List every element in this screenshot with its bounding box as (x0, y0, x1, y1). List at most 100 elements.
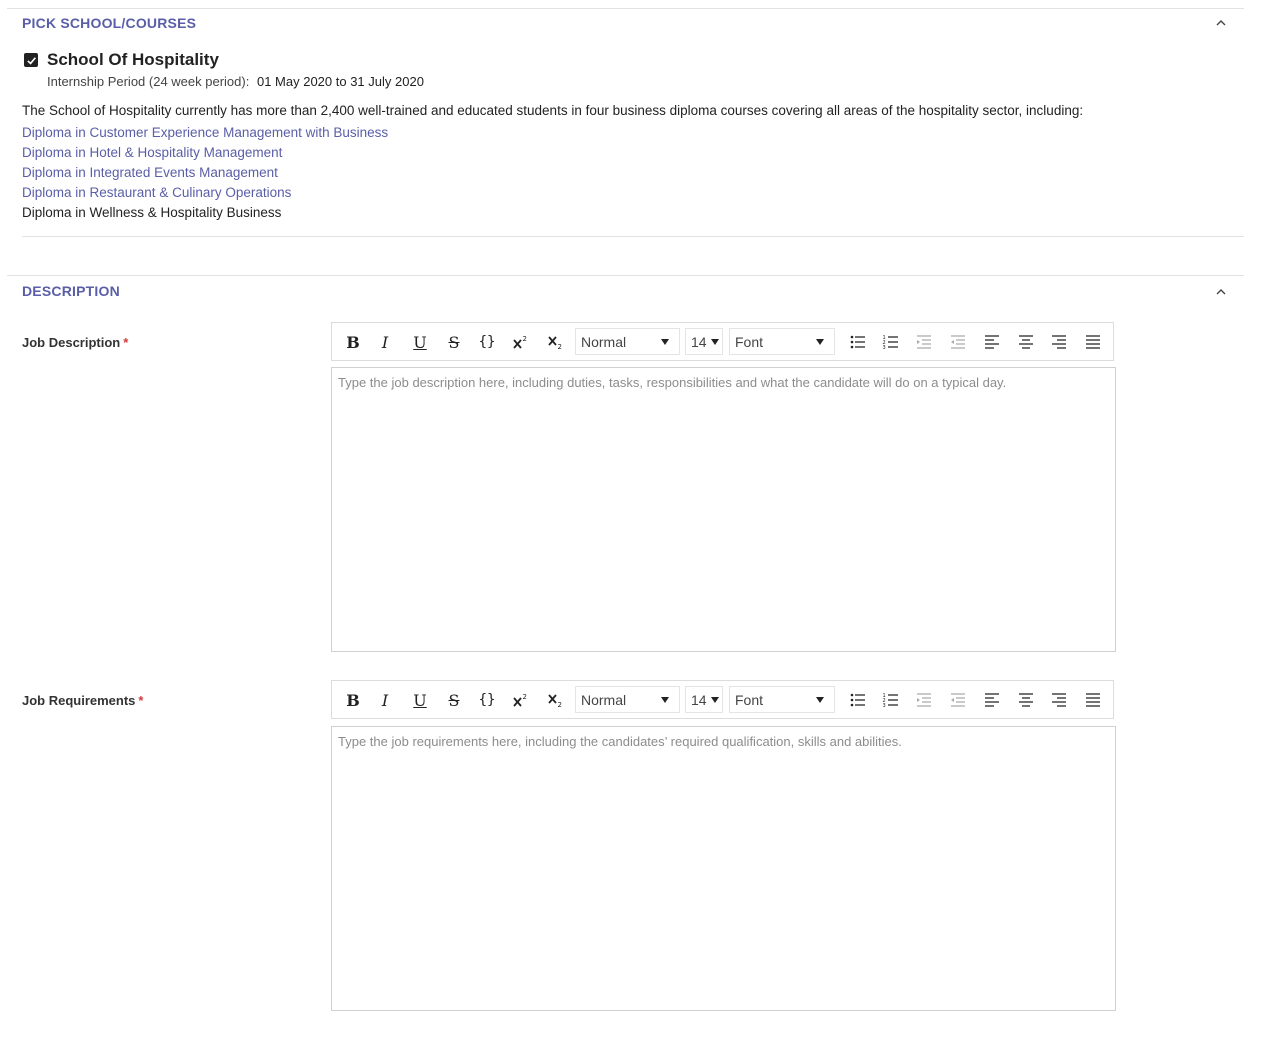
align-center-button[interactable] (1015, 331, 1037, 353)
font-size-dropdown[interactable]: 14 (685, 686, 723, 713)
subscript-button[interactable]: 2 (544, 689, 566, 711)
course-link[interactable]: Diploma in Restaurant & Culinary Operati… (22, 185, 291, 200)
outdent-button[interactable] (947, 689, 969, 711)
bullet-list-icon (850, 335, 865, 349)
numbered-list-button[interactable]: 123 (880, 689, 902, 711)
svg-text:2: 2 (523, 693, 527, 701)
bullet-list-button[interactable] (847, 331, 869, 353)
format-dropdown-value: Normal (581, 333, 627, 350)
underline-icon: U (413, 690, 427, 710)
course-text: Diploma in Wellness & Hospitality Busine… (22, 205, 282, 220)
align-justify-button[interactable] (1082, 689, 1104, 711)
format-dropdown[interactable]: Normal (575, 328, 680, 355)
align-justify-icon (1086, 335, 1100, 349)
italic-icon: I (381, 332, 389, 352)
bullet-list-button[interactable] (847, 689, 869, 711)
code-icon: {} (478, 692, 496, 708)
top-divider (7, 8, 1244, 9)
course-link[interactable]: Diploma in Hotel & Hospitality Managemen… (22, 145, 282, 160)
description-section-title: DESCRIPTION (22, 283, 120, 299)
outdent-icon (951, 335, 965, 349)
list-item: Diploma in Wellness & Hospitality Busine… (22, 203, 388, 223)
bullet-list-icon (850, 693, 865, 707)
code-block-button[interactable]: {} (476, 689, 498, 711)
superscript-icon: 2 (513, 693, 527, 707)
bold-icon: B (346, 690, 360, 710)
bold-button[interactable]: B (342, 331, 364, 353)
checkmark-icon (26, 56, 36, 65)
font-size-dropdown-value: 14 (691, 333, 707, 350)
align-left-icon (985, 335, 999, 349)
font-family-dropdown[interactable]: Font (729, 686, 835, 713)
align-right-button[interactable] (1048, 689, 1070, 711)
format-dropdown-value: Normal (581, 691, 627, 708)
strike-button[interactable]: S (443, 331, 465, 353)
font-family-dropdown-value: Font (735, 333, 764, 350)
job-description-toolbar: B I U S {} 2 2 Normal 14 Font 123 (331, 322, 1114, 361)
caret-down-icon (661, 339, 669, 345)
job-requirements-editor[interactable]: Type the job requirements here, includin… (331, 726, 1116, 1011)
underline-button[interactable]: U (409, 689, 431, 711)
caret-down-icon (816, 697, 824, 703)
indent-icon (917, 335, 931, 349)
superscript-icon: 2 (513, 335, 527, 349)
font-family-dropdown-value: Font (735, 691, 764, 708)
indent-button[interactable] (913, 331, 935, 353)
caret-down-icon (711, 339, 719, 345)
school-bottom-divider (22, 236, 1244, 237)
font-family-dropdown[interactable]: Font (729, 328, 835, 355)
outdent-icon (951, 693, 965, 707)
svg-text:2: 2 (558, 701, 562, 709)
italic-button[interactable]: I (374, 689, 396, 711)
course-link[interactable]: Diploma in Integrated Events Management (22, 165, 278, 180)
strikethrough-icon: S (448, 690, 460, 710)
job-description-placeholder: Type the job description here, including… (338, 375, 1007, 390)
align-right-button[interactable] (1048, 331, 1070, 353)
job-requirements-placeholder: Type the job requirements here, includin… (338, 734, 902, 749)
pick-school-collapse-button[interactable] (1212, 14, 1230, 32)
underline-button[interactable]: U (409, 331, 431, 353)
course-link[interactable]: Diploma in Customer Experience Managemen… (22, 125, 388, 140)
subscript-button[interactable]: 2 (544, 331, 566, 353)
italic-button[interactable]: I (374, 331, 396, 353)
indent-icon (917, 693, 931, 707)
caret-down-icon (711, 697, 719, 703)
align-left-button[interactable] (981, 331, 1003, 353)
description-collapse-button[interactable] (1212, 283, 1230, 301)
job-requirements-label: Job Requirements * (22, 693, 143, 708)
school-row: School Of Hospitality (24, 50, 219, 70)
job-requirements-toolbar: B I U S {} 2 2 Normal 14 Font 123 (331, 680, 1114, 719)
internship-period-label: Internship Period (24 week period): (47, 74, 250, 89)
code-block-button[interactable]: {} (476, 331, 498, 353)
svg-text:2: 2 (523, 335, 527, 343)
code-icon: {} (478, 334, 496, 350)
indent-button[interactable] (913, 689, 935, 711)
align-left-icon (985, 693, 999, 707)
superscript-button[interactable]: 2 (509, 331, 531, 353)
list-item: Diploma in Restaurant & Culinary Operati… (22, 183, 388, 203)
align-left-button[interactable] (981, 689, 1003, 711)
numbered-list-icon: 123 (883, 335, 898, 351)
underline-icon: U (413, 332, 427, 352)
numbered-list-button[interactable]: 123 (880, 331, 902, 353)
school-intro-text: The School of Hospitality currently has … (22, 103, 1084, 118)
job-description-editor[interactable]: Type the job description here, including… (331, 367, 1116, 652)
strike-button[interactable]: S (443, 689, 465, 711)
superscript-button[interactable]: 2 (509, 689, 531, 711)
pick-school-section-title: PICK SCHOOL/COURSES (22, 15, 197, 31)
bold-button[interactable]: B (342, 689, 364, 711)
list-item: Diploma in Integrated Events Management (22, 163, 388, 183)
font-size-dropdown[interactable]: 14 (685, 328, 723, 355)
align-justify-button[interactable] (1082, 331, 1104, 353)
align-right-icon (1052, 335, 1066, 349)
job-description-label: Job Description * (22, 335, 128, 350)
school-checkbox[interactable] (24, 53, 38, 67)
format-dropdown[interactable]: Normal (575, 686, 680, 713)
svg-text:3: 3 (883, 703, 886, 709)
outdent-button[interactable] (947, 331, 969, 353)
caret-down-icon (661, 697, 669, 703)
numbered-list-icon: 123 (883, 693, 898, 709)
job-requirements-label-text: Job Requirements (22, 693, 136, 708)
strikethrough-icon: S (448, 332, 460, 352)
align-center-button[interactable] (1015, 689, 1037, 711)
